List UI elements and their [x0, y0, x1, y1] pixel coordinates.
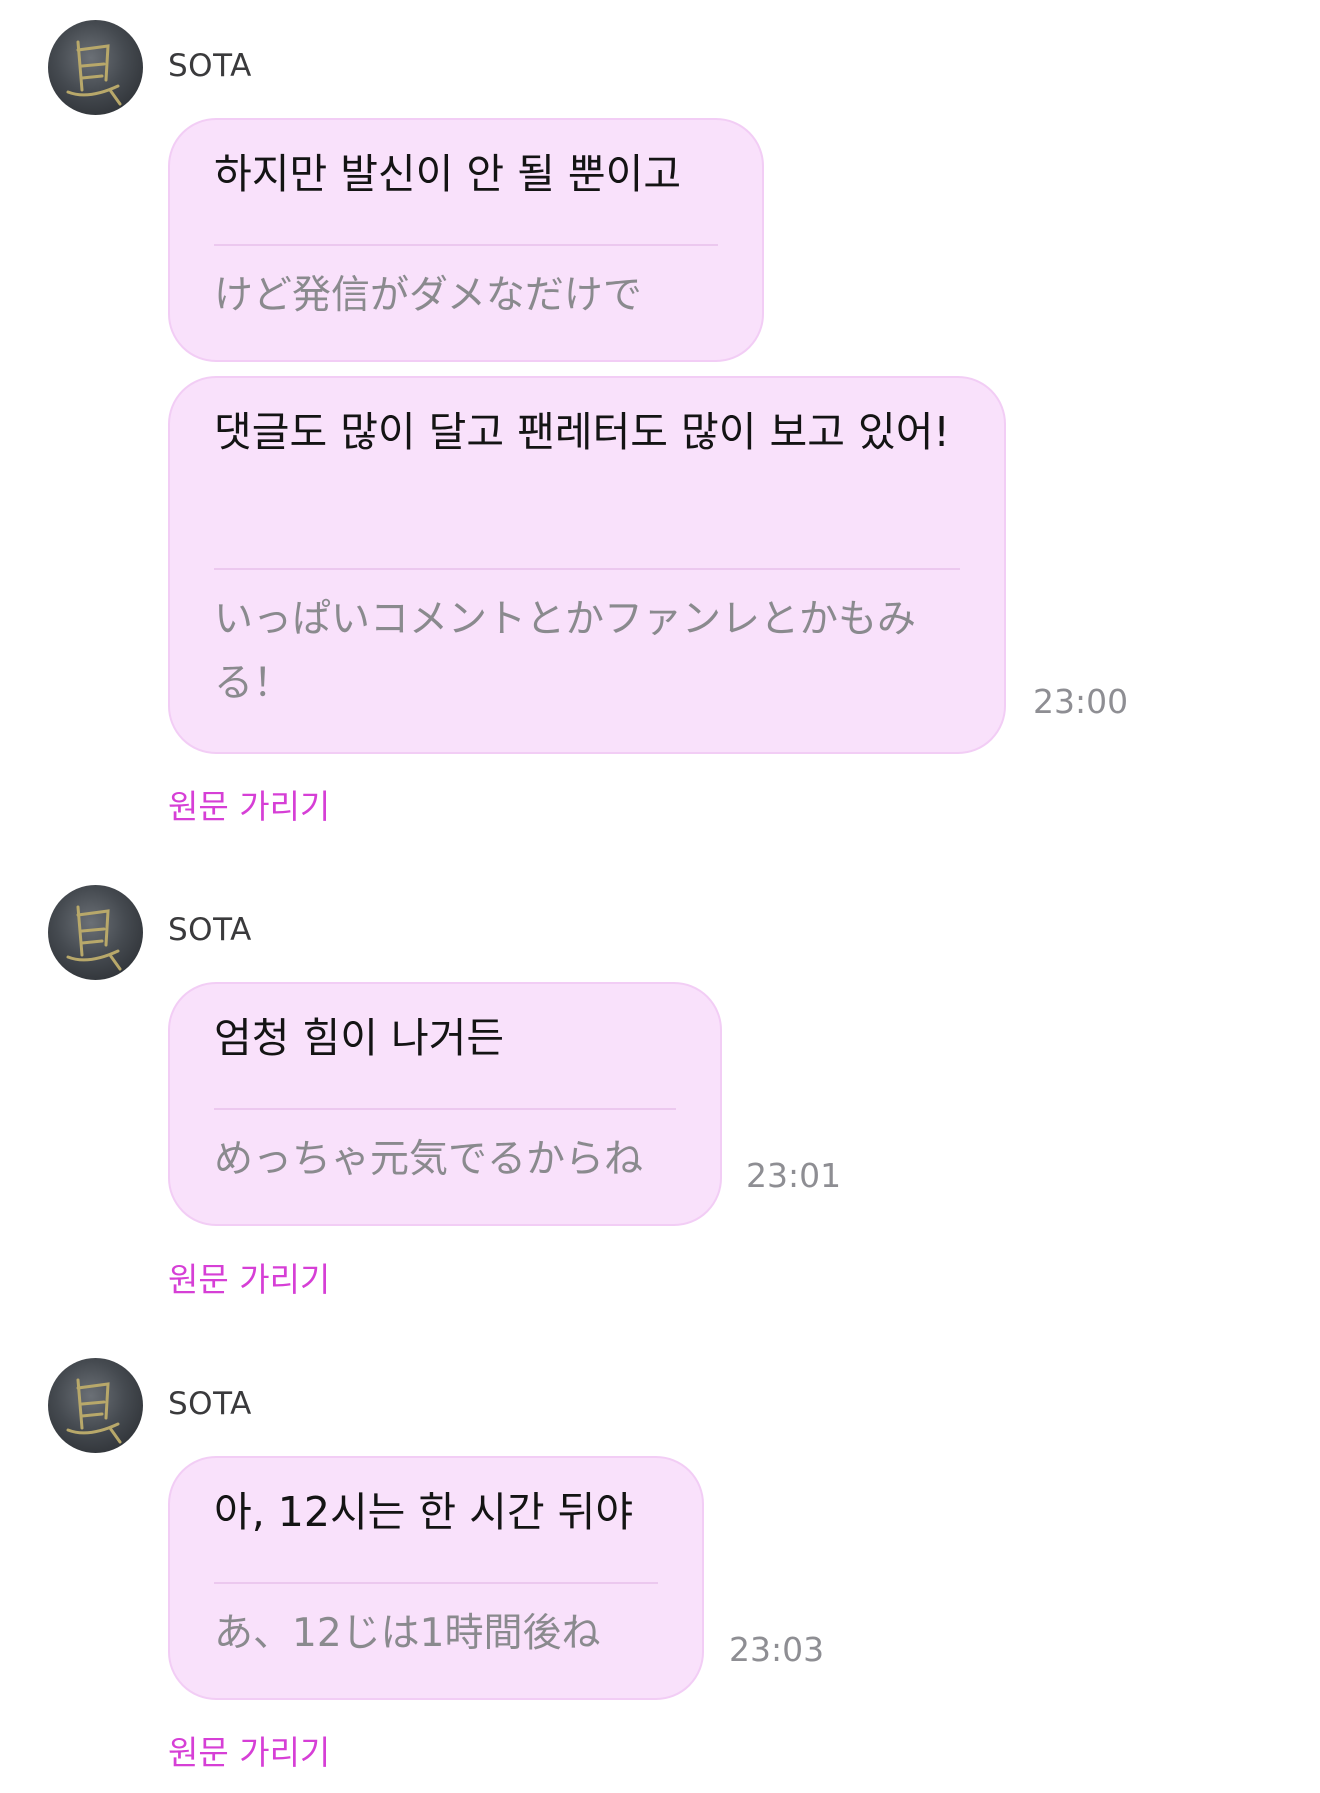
- sender-avatar[interactable]: [48, 20, 143, 115]
- bubble-divider: [214, 1582, 658, 1584]
- message-timestamp: 23:01: [746, 1156, 842, 1195]
- message-original-text: 하지만 발신이 안 될 뿐이고: [214, 150, 682, 198]
- message-original-text: 엄청 힘이 나거든: [214, 1014, 505, 1062]
- bubble-divider: [214, 244, 718, 246]
- message-translation-text: けど発信がダメなだけで: [214, 273, 642, 318]
- message-timestamp: 23:00: [1033, 682, 1129, 721]
- message-timestamp: 23:03: [729, 1630, 825, 1669]
- bubble-divider: [214, 568, 960, 570]
- hide-original-link[interactable]: 원문 가리기: [168, 1253, 330, 1301]
- message-bubble[interactable]: 댓글도 많이 달고 팬레터도 많이 보고 있어! いっぱいコメントとかファンレと…: [168, 376, 1006, 754]
- sender-name: SOTA: [168, 912, 252, 948]
- message-original-text: 아, 12시는 한 시간 뒤야: [214, 1488, 634, 1536]
- hide-original-link[interactable]: 원문 가리기: [168, 780, 330, 828]
- calligraphy-avatar-icon: [66, 40, 122, 106]
- message-bubble[interactable]: 하지만 발신이 안 될 뿐이고 けど発信がダメなだけで: [168, 118, 764, 362]
- message-bubble[interactable]: 엄청 힘이 나거든 めっちゃ元気でるからね: [168, 982, 722, 1226]
- calligraphy-avatar-icon: [66, 1378, 122, 1444]
- sender-avatar[interactable]: [48, 885, 143, 980]
- bubble-divider: [214, 1108, 676, 1110]
- sender-name: SOTA: [168, 48, 252, 84]
- message-translation-text: いっぱいコメントとかファンレとかもみる！: [214, 597, 917, 706]
- sender-name: SOTA: [168, 1386, 252, 1422]
- calligraphy-avatar-icon: [66, 905, 122, 971]
- sender-avatar[interactable]: [48, 1358, 143, 1453]
- message-bubble[interactable]: 아, 12시는 한 시간 뒤야 あ、12じは1時間後ね: [168, 1456, 704, 1700]
- hide-original-link[interactable]: 원문 가리기: [168, 1726, 330, 1774]
- message-translation-text: あ、12じは1時間後ね: [214, 1611, 601, 1656]
- message-translation-text: めっちゃ元気でるからね: [214, 1137, 644, 1182]
- message-original-text: 댓글도 많이 달고 팬레터도 많이 보고 있어!: [214, 408, 950, 456]
